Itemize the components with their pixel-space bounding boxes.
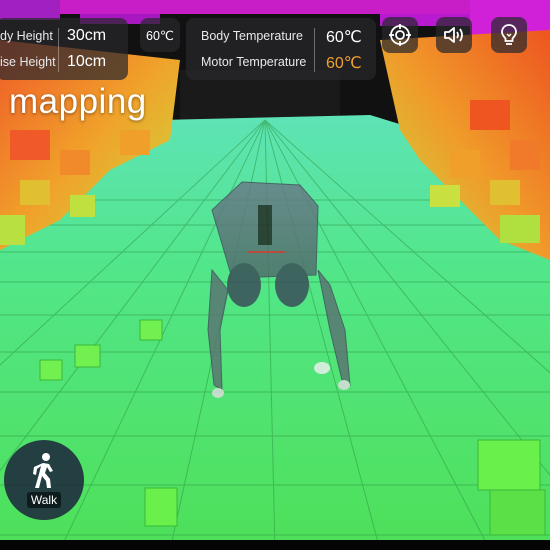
body-height-label: dy Height <box>0 29 53 43</box>
target-icon <box>389 24 411 46</box>
bottom-bar <box>0 540 550 550</box>
raise-height-value: 10cm <box>67 53 107 70</box>
temperature-separator <box>314 28 315 72</box>
lightbulb-button[interactable] <box>491 17 527 53</box>
walking-person-icon <box>33 453 53 488</box>
height-panel: dy Height 30cm ise Height 10cm <box>0 18 128 80</box>
target-button[interactable] <box>382 17 418 53</box>
small-temp-value: 60℃ <box>146 29 174 43</box>
speaker-icon <box>444 27 463 43</box>
motor-temperature-label: Motor Temperature <box>201 55 307 69</box>
temperature-panel: Body Temperature 60℃ Motor Temperature 6… <box>186 18 376 80</box>
lightbulb-icon <box>501 24 517 45</box>
small-temp-badge: 60℃ <box>140 18 180 52</box>
motor-temperature-value: 60℃ <box>326 55 362 72</box>
speaker-button[interactable] <box>436 17 472 53</box>
mode-title: mapping <box>9 82 147 121</box>
raise-height-label: ise Height <box>0 55 56 69</box>
body-height-value: 30cm <box>67 27 107 44</box>
body-temperature-label: Body Temperature <box>201 29 303 43</box>
walk-label: Walk <box>26 492 62 508</box>
body-temperature-value: 60℃ <box>326 29 362 46</box>
height-separator <box>58 28 59 72</box>
walk-button[interactable]: Walk <box>4 440 84 520</box>
